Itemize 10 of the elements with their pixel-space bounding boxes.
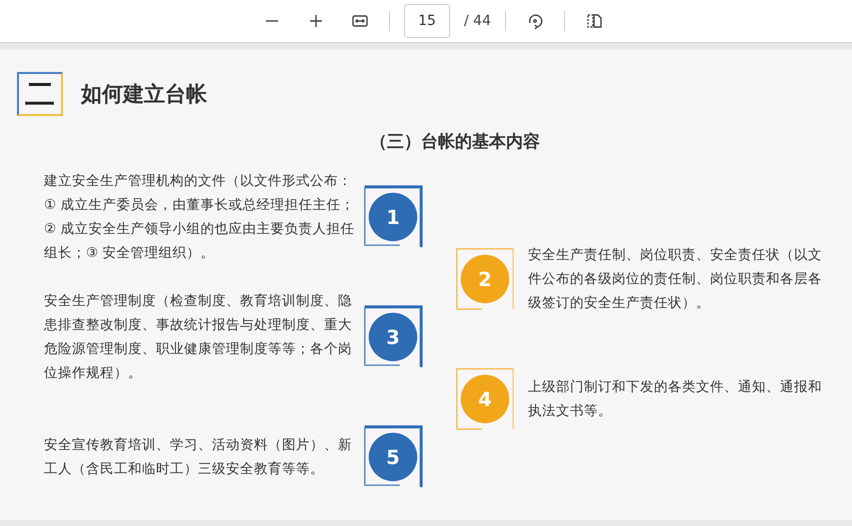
item-text: 安全生产管理制度（检查制度、教育培训制度、隐患排查整改制度、事故统计报告与处理制度、重大危险源管理制度、职业健康管理制度等等；各个岗位操作规程）。 (44, 292, 353, 383)
section-title: 如何建立台帐 (81, 81, 207, 108)
page-total: / 44 (464, 13, 491, 29)
item-text: 安全宣传教育培训、学习、活动资料（图片）、新工人（含民工和临时工）三级安全教育等等。 (44, 436, 353, 479)
page-number-field[interactable]: 15 (404, 4, 450, 38)
item-text: 安全生产责任制、岗位职责、安全责任状（以文件公布的各级岗位的责任制、岗位职责和各层各级签订的安全生产责任状）。 (528, 246, 823, 313)
section-number: 二 (17, 72, 63, 116)
slide-subtitle: （三）台帐的基本内容 (369, 131, 541, 153)
item-text: 建立安全生产管理机构的文件（以文件形式公布：① 成立生产委员会，由董事长或总经理担任主任；② 成立安全生产领导小组的也应由主要负责人担任组长；③ 安全管理组织）。 (44, 172, 356, 263)
item-text: 上级部门制订和下发的各类文件、通知、通报和执法文书等。 (528, 378, 823, 421)
